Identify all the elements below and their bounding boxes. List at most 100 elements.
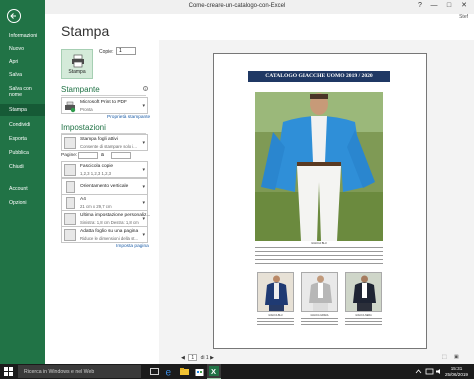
taskbar-search-placeholder: Ricerca in Windows e nel Web: [24, 369, 95, 375]
title-bar: Come-creare-un-catalogo-con-Excel ? — □ …: [0, 0, 474, 14]
product-details-table: [255, 247, 383, 264]
settings-section-header: Impostazioni: [61, 123, 106, 132]
nav-stampa[interactable]: Stampa: [0, 104, 45, 116]
pages-range: Pagine: a: [61, 152, 148, 160]
option-title: A4: [80, 197, 86, 202]
option-title: Adatta foglio su una pagina: [80, 229, 139, 234]
orientation-dropdown[interactable]: Orientamento verticale ▾: [61, 178, 148, 195]
nav-pubblica[interactable]: Pubblica: [0, 147, 45, 159]
pages-label: Pagine:: [61, 153, 78, 158]
nav-condividi[interactable]: Condividi: [0, 119, 45, 131]
chevron-up-icon[interactable]: [413, 366, 424, 377]
zoom-to-page-icon[interactable]: ⬚: [442, 354, 447, 360]
copies-label: Copie:: [99, 49, 114, 55]
user-name[interactable]: Stef: [459, 14, 468, 20]
thumb-caption-2: GIACCA GRIGIA: [310, 314, 329, 317]
option-subtitle: Consente di stampare solo i...: [80, 144, 137, 149]
nav-salva[interactable]: Salva: [0, 69, 45, 81]
chevron-down-icon: ▾: [142, 232, 145, 238]
clock-date: 25/06/2019: [445, 371, 468, 377]
main-photo-caption: GIACCA BLU: [311, 242, 327, 245]
excel-icon: X: [209, 366, 219, 376]
option-subtitle: 21 cm x 29,7 cm: [80, 204, 112, 209]
option-title: Fascicola copie: [80, 164, 114, 169]
nav-apri[interactable]: Apri: [0, 56, 45, 68]
current-page-input[interactable]: 1: [188, 354, 198, 361]
nav-salva-con-nome[interactable]: Salva con nome: [0, 85, 45, 99]
copies-input[interactable]: 1: [116, 47, 136, 55]
close-button[interactable]: ✕: [458, 1, 470, 11]
collate-icon: [64, 164, 76, 176]
store-icon[interactable]: [194, 366, 205, 377]
printer-section-header: Stampante: [61, 85, 100, 94]
chevron-down-icon: ▾: [142, 140, 145, 146]
nav-nuovo[interactable]: Nuovo: [0, 43, 45, 55]
backstage-nav: Informazioni Nuovo Apri Salva Salva con …: [0, 0, 45, 364]
scaling-dropdown[interactable]: Adatta foglio su una pagina Riduce le di…: [61, 226, 148, 243]
volume-icon[interactable]: [434, 366, 445, 377]
total-pages-label: di 1: [200, 355, 209, 361]
pages-to-label: a: [101, 152, 104, 158]
next-page-icon[interactable]: ▶: [210, 355, 214, 361]
print-what-dropdown[interactable]: Stampa fogli attivi Consente di stampare…: [61, 134, 148, 151]
window-title: Come-creare-un-catalogo-con-Excel: [188, 3, 286, 9]
thumb-table-1: [257, 318, 294, 326]
thumb-photo-3: [345, 272, 382, 312]
pages-from-input[interactable]: [78, 152, 98, 159]
show-margins-icon[interactable]: ▣: [454, 354, 459, 360]
thumb-table-3: [345, 318, 382, 326]
printer-name: Microsoft Print to PDF: [80, 100, 127, 105]
thumb-table-2: [301, 318, 338, 326]
printer-dropdown[interactable]: Microsoft Print to PDF Pronta ▾: [61, 97, 148, 114]
chevron-down-icon: ▾: [142, 184, 145, 190]
page-navigator: ◀ 1 di 1 ▶: [181, 354, 214, 361]
nav-informazioni[interactable]: Informazioni: [0, 30, 45, 42]
option-subtitle: Riduce le dimensioni della st...: [80, 236, 139, 241]
catalog-title: CATALOGO GIACCHE UOMO 2019 / 2020: [248, 71, 390, 82]
printer-status: Pronta: [80, 107, 93, 112]
option-title: Orientamento verticale: [80, 184, 129, 189]
minimize-button[interactable]: —: [428, 1, 440, 11]
clock[interactable]: 15:31 25/06/2019: [445, 366, 468, 377]
help-button[interactable]: ?: [414, 1, 426, 11]
chevron-down-icon: ▾: [142, 167, 145, 173]
windows-start-icon[interactable]: [4, 367, 13, 376]
portrait-icon: [66, 181, 75, 193]
main-product-photo: [255, 92, 383, 241]
sheet-icon: [64, 137, 76, 149]
paper-icon: [66, 197, 75, 209]
nav-esporta[interactable]: Esporta: [0, 133, 45, 145]
page-title: Stampa: [61, 23, 110, 39]
nav-opzioni[interactable]: Opzioni: [0, 197, 45, 209]
pages-to-input[interactable]: [111, 152, 131, 159]
print-button[interactable]: Stampa: [61, 49, 93, 79]
divider: [61, 95, 146, 96]
option-subtitle: 1,2,3 1,2,3 1,2,3: [80, 171, 112, 176]
margins-dropdown[interactable]: Ultima impostazione personaliz... Sinist…: [61, 210, 150, 227]
printer-properties-link[interactable]: Proprietà stampante: [107, 115, 150, 120]
taskbar-search[interactable]: Ricerca in Windows e nel Web: [18, 365, 141, 378]
margins-icon: [64, 213, 76, 225]
maximize-button[interactable]: □: [443, 1, 455, 11]
nav-chiudi[interactable]: Chiudi: [0, 161, 45, 173]
collate-dropdown[interactable]: Fascicola copie 1,2,3 1,2,3 1,2,3 ▾: [61, 161, 148, 178]
option-subtitle: Sinistra: 1,8 cm Destra: 1,8 cm: [80, 220, 139, 225]
printer-icon: [72, 54, 84, 68]
nav-account[interactable]: Account: [0, 183, 45, 195]
chevron-down-icon: ▾: [142, 200, 145, 206]
thumb-photo-2: [301, 272, 338, 312]
back-arrow-icon[interactable]: [7, 9, 21, 23]
thumb-caption-3: GIACCA NERA: [355, 314, 372, 317]
thumb-caption-1: GIACCA BLU: [268, 314, 283, 317]
task-view-icon[interactable]: [149, 366, 160, 377]
info-icon[interactable]: i: [143, 86, 148, 91]
chevron-down-icon: ▾: [142, 103, 145, 109]
excel-taskbar-button[interactable]: X: [207, 364, 221, 379]
prev-page-icon[interactable]: ◀: [181, 355, 185, 361]
svg-text:X: X: [211, 367, 216, 376]
edge-icon[interactable]: e: [164, 366, 175, 378]
file-explorer-icon[interactable]: [179, 366, 190, 377]
page-setup-link[interactable]: Imposta pagina: [116, 244, 149, 249]
paper-size-dropdown[interactable]: A4 21 cm x 29,7 cm ▾: [61, 194, 148, 211]
scaling-icon: [64, 229, 76, 241]
